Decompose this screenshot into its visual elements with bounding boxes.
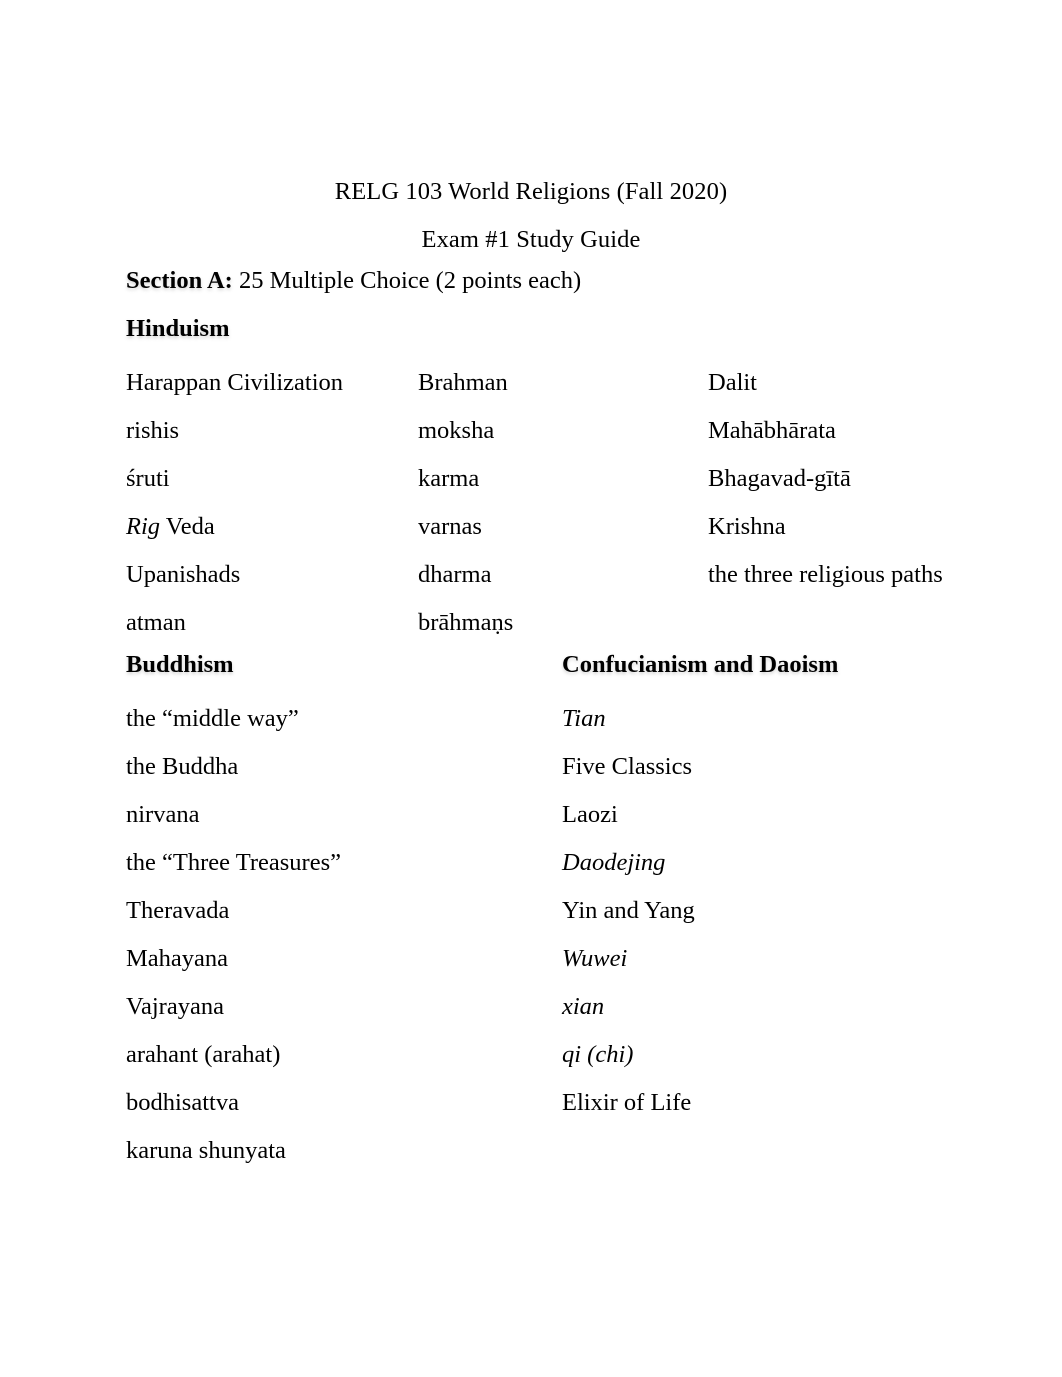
term: Krishna (708, 513, 786, 540)
term-veda-plain: Veda (160, 513, 215, 540)
term: Daodejing (562, 849, 666, 876)
section-a-line: Section A: 25 Multiple Choice (2 points … (126, 266, 581, 296)
term: Five Classics (562, 753, 692, 780)
heading-hinduism: Hinduism (126, 315, 230, 342)
buddhism-column: the “middle way” the Buddha nirvana the … (126, 695, 341, 1175)
term: Dalit (708, 369, 757, 396)
term-rig-italic: Rig (126, 513, 161, 540)
term: Brahman (418, 369, 508, 396)
hinduism-column-3: Dalit Mahābhārata Bhagavad-gītā Krishna … (708, 359, 943, 599)
term: Mahābhārata (708, 417, 836, 444)
term: karuna shunyata (126, 1137, 286, 1164)
section-a-description: 25 Multiple Choice (2 points each) (232, 267, 582, 294)
term: Theravada (126, 897, 230, 924)
term: Upanishads (126, 561, 241, 588)
term: Tian (562, 705, 606, 732)
term: atman (126, 609, 186, 636)
term-rig-veda: Rig Veda (126, 503, 343, 551)
term: the “Three Treasures” (126, 849, 341, 876)
term: qi (chi) (562, 1041, 634, 1068)
term: śruti (126, 465, 170, 492)
term: Yin and Yang (562, 897, 695, 924)
term: Wuwei (562, 945, 628, 972)
term: the Buddha (126, 753, 239, 780)
term: varnas (418, 513, 482, 540)
title-block: RELG 103 World Religions (Fall 2020) Exa… (0, 168, 1062, 264)
term: arahant (arahat) (126, 1041, 281, 1068)
hinduism-column-2: Brahman moksha karma varnas dharma brāhm… (418, 359, 513, 647)
term: Vajrayana (126, 993, 224, 1020)
term: dharma (418, 561, 492, 588)
term: the three religious paths (708, 561, 943, 588)
hinduism-column-1: Harappan Civilization rishis śruti Rig V… (126, 359, 343, 647)
term: moksha (418, 417, 495, 444)
term: bodhisattva (126, 1089, 239, 1116)
term: Mahayana (126, 945, 229, 972)
term: Elixir of Life (562, 1089, 692, 1116)
term: karma (418, 465, 480, 492)
document-page: RELG 103 World Religions (Fall 2020) Exa… (0, 0, 1062, 1377)
term: Bhagavad-gītā (708, 465, 851, 492)
term: Harappan Civilization (126, 369, 344, 396)
term: rishis (126, 417, 180, 444)
heading-buddhism: Buddhism (126, 651, 234, 678)
term: Laozi (562, 801, 618, 828)
heading-confucianism-daoism: Confucianism and Daoism (562, 651, 839, 678)
section-a-label: Section A: (126, 267, 233, 294)
term: xian (562, 993, 605, 1020)
confucianism-daoism-column: Tian Five Classics Laozi Daodejing Yin a… (562, 695, 695, 1127)
term: brāhmaṇs (418, 609, 514, 636)
document-subtitle: Exam #1 Study Guide (421, 226, 641, 253)
document-title: RELG 103 World Religions (Fall 2020) (334, 178, 728, 205)
term: the “middle way” (126, 705, 299, 732)
term: nirvana (126, 801, 200, 828)
